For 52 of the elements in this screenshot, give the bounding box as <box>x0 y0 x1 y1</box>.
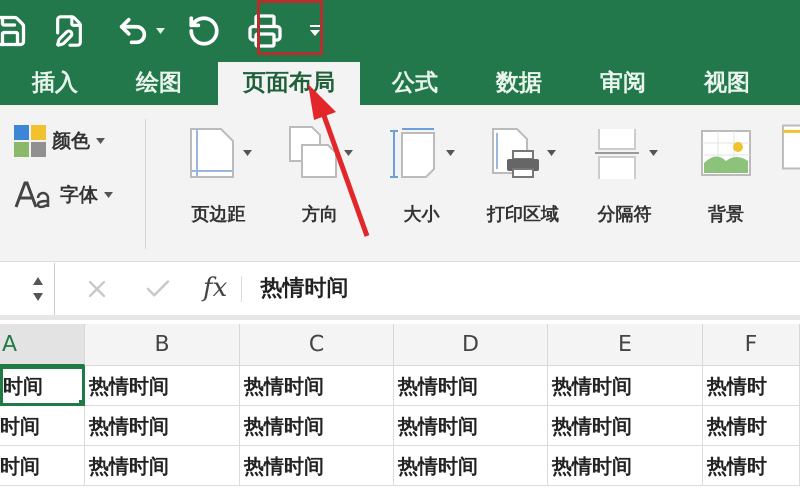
column-header[interactable]: C <box>240 324 394 366</box>
table-cell[interactable]: 热情时 <box>703 406 800 446</box>
highlight-frame <box>257 0 323 55</box>
page-setup-button[interactable]: 页边距 <box>168 119 270 228</box>
column-header[interactable]: E <box>548 324 703 366</box>
table-cell[interactable]: 热情时间 <box>240 366 394 406</box>
page-setup-button[interactable]: 分隔符 <box>574 119 676 228</box>
table-cell[interactable]: 热情时间 <box>394 406 548 446</box>
table-cell[interactable]: 热情时间 <box>240 406 394 446</box>
table-cell[interactable]: 热情时 <box>703 366 800 406</box>
table-cell[interactable]: 热情时间 <box>548 446 703 486</box>
save-icon[interactable] <box>0 13 28 49</box>
table-cell[interactable]: 热情时间 <box>548 406 703 446</box>
table-cell[interactable]: 热情时间 <box>394 366 548 406</box>
formula-input[interactable]: 热情时间 <box>260 272 348 305</box>
page-orientation-icon <box>286 125 338 181</box>
print-area-icon <box>489 125 542 181</box>
table-cell[interactable]: 热情时 <box>703 446 800 486</box>
ribbon-tab[interactable]: 数据 <box>470 62 568 105</box>
column-header[interactable]: F <box>703 324 800 366</box>
column-header[interactable]: B <box>85 324 240 366</box>
page-setup-button[interactable]: 大小 <box>370 119 472 228</box>
ribbon-tab[interactable]: 视图 <box>678 62 776 105</box>
ribbon-tab[interactable]: 页面布局 <box>218 62 360 105</box>
caret-icon <box>104 192 113 198</box>
color-swatches-icon <box>14 125 46 157</box>
table-cell[interactable]: 热情时间 <box>85 366 240 406</box>
column-header[interactable]: A <box>0 324 85 366</box>
customize-menu-icon[interactable] <box>309 25 321 37</box>
table-cell[interactable]: 热情时间 <box>85 446 240 486</box>
column-header[interactable]: D <box>394 324 548 366</box>
table-cell[interactable]: 时间 <box>0 406 85 446</box>
function-label[interactable]: fx <box>203 269 228 308</box>
table-cell[interactable]: 热情时间 <box>548 366 703 406</box>
caret-icon <box>156 28 165 34</box>
print-icon[interactable] <box>247 13 283 49</box>
ribbon-tab[interactable]: 公式 <box>366 62 464 105</box>
theme-dropdown[interactable]: 颜色 <box>14 125 145 157</box>
caret-icon <box>96 138 105 144</box>
table-cell[interactable]: 热情时间 <box>85 406 240 446</box>
table-cell[interactable]: 时间 <box>0 446 85 486</box>
redo-icon[interactable] <box>187 14 221 48</box>
table-cell[interactable]: 热情时间 <box>394 446 548 486</box>
ribbon-tab[interactable]: 审阅 <box>574 62 672 105</box>
page-setup-button[interactable]: 背景 <box>675 119 777 228</box>
theme-dropdown[interactable]: 字体 <box>14 179 145 211</box>
table-cell[interactable]: 热情时间 <box>240 446 394 486</box>
table-cell[interactable]: 时间 <box>0 366 85 406</box>
ribbon-tab[interactable]: 插入 <box>6 62 104 105</box>
page-setup-button[interactable]: 方向 <box>269 119 371 228</box>
ribbon-tab[interactable]: 绘图 <box>110 62 208 105</box>
page-setup-button[interactable]: 打印区域 <box>472 119 574 228</box>
